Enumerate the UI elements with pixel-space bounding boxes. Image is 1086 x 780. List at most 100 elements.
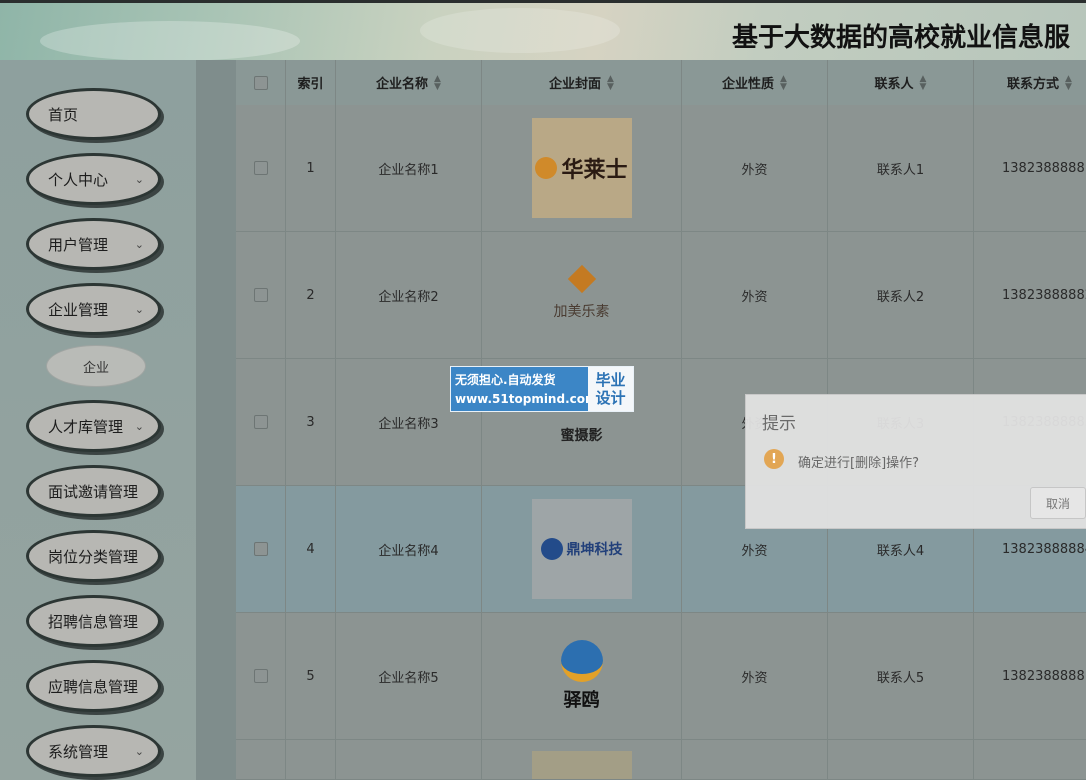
header-decoration [420,8,620,53]
phone-cell: 13823888882 [1002,287,1086,303]
column-header[interactable]: 企业性质 ▲ ▼ [682,60,828,105]
watermark-tag-line: 毕业 [595,371,626,389]
cover-cell [482,740,682,779]
nature-cell: 外资 [682,613,828,739]
header-checkbox-cell [236,60,286,105]
name-cell [336,740,482,779]
row-checkbox[interactable] [253,415,268,429]
column-header[interactable]: 联系方式 ▲ ▼ [974,60,1086,105]
sidebar-item-label: 系统管理 [48,742,109,761]
sidebar-item-label: 首页 [48,105,79,124]
sidebar-item-home[interactable]: 首页 [26,88,161,140]
table-header: 索引 企业名称 ▲ ▼ 企业封面 ▲ ▼ 企业性质 ▲ ▼ 联系人 ▲ ▼ 联系方式 ▲ ▼ [236,60,1086,105]
sidebar-item-job-category[interactable]: 岗位分类管理 [26,530,161,582]
sidebar: 首页 个人中心 ⌄ 用户管理 ⌄ 企业管理 ⌄ 企业 人才库管理 ⌄ 面试邀请管… [0,60,196,780]
contact-cell: 联系人5 [828,613,974,739]
index-cell: 2 [286,232,336,358]
index-cell [286,740,336,779]
sidebar-item-label: 面试邀请管理 [48,482,139,501]
sidebar-item-interview-invitation[interactable]: 面试邀请管理 [26,465,161,517]
column-header[interactable]: 企业封面 ▲ ▼ [482,60,682,105]
watermark-tag-line: 设计 [595,389,626,407]
sidebar-item-label: 人才库管理 [48,417,124,436]
column-header[interactable]: 企业名称 ▲ ▼ [336,60,482,105]
company-logo: 蜜摄影 [532,415,632,455]
logo-text: 蜜摄影 [560,428,603,444]
nature-cell: 外资 [682,232,828,358]
phone-cell: 1382388888 [1002,160,1085,176]
sidebar-item-application-info[interactable]: 应聘信息管理 [26,660,161,712]
company-logo: 加美乐素 [532,245,632,345]
cover-cell: 华莱士 [482,105,682,231]
nature-cell: 外资 [682,105,828,231]
row-checkbox[interactable] [253,542,268,556]
watermark-tag: 毕业 设计 [588,367,633,411]
sort-icon[interactable]: ▲ ▼ [780,74,787,91]
sidebar-item-talent-pool[interactable]: 人才库管理 ⌄ [26,400,161,452]
sidebar-item-label: 企业管理 [48,300,109,319]
phone-cell: 1382388888 [1002,668,1085,684]
sidebar-item-label: 招聘信息管理 [48,612,139,631]
company-logo [531,751,632,779]
sidebar-subitem-enterprise[interactable]: 企业 [46,345,146,387]
watermark-badge: 无须担心.自动发货 www.51topmind.com 毕业 设计 [450,366,634,412]
watermark-line: 无须担心.自动发货 [455,373,556,387]
sidebar-subitem-label: 企业 [82,360,109,376]
chevron-down-icon: ⌄ [134,303,144,316]
sidebar-item-recruitment-info[interactable]: 招聘信息管理 [26,595,161,647]
logo-text: 华莱士 [561,158,628,183]
sidebar-item-personal-center[interactable]: 个人中心 ⌄ [26,153,161,205]
table-row[interactable] [236,740,1086,780]
dialog-title: 提示 [762,414,796,434]
index-cell: 4 [286,486,336,612]
chevron-down-icon: ⌄ [134,745,144,758]
watermark-url: www.51topmind.com [455,392,598,406]
watermark-text: 无须担心.自动发货 www.51topmind.com [451,367,598,411]
contact-cell [828,740,974,779]
row-checkbox-cell [236,105,286,231]
column-header-label: 索引 [297,77,324,92]
warning-icon: ! [764,449,784,469]
confirm-dialog: 提示 ! 确定进行[删除]操作? 取消 [745,394,1086,529]
sort-icon[interactable]: ▲ ▼ [607,74,614,91]
sort-icon[interactable]: ▲ ▼ [920,74,927,91]
name-cell: 企业名称2 [336,232,482,358]
sort-icon[interactable]: ▲ ▼ [1065,74,1072,91]
row-checkbox-cell [236,613,286,739]
column-header-label: 企业性质 [722,77,775,92]
dialog-message: 确定进行[删除]操作? [798,456,920,471]
row-checkbox-cell [236,359,286,485]
sidebar-item-system-management[interactable]: 系统管理 ⌄ [26,725,161,777]
company-logo: 驿鸥 [532,626,632,726]
row-checkbox-cell [236,232,286,358]
column-header-label: 企业名称 [376,77,429,92]
logo-text: 鼎坤科技 [566,542,623,558]
cancel-button[interactable]: 取消 [1030,487,1086,519]
select-all-checkbox[interactable] [253,75,268,90]
table-row[interactable]: 1 企业名称1 华莱士 外资 联系人1 1382388888 [236,105,1086,232]
row-checkbox[interactable] [253,669,268,683]
sidebar-item-enterprise-management[interactable]: 企业管理 ⌄ [26,283,161,335]
sidebar-item-label: 用户管理 [48,235,109,254]
table-row[interactable]: 2 企业名称2 加美乐素 外资 联系人2 13823888882 [236,232,1086,359]
table-row[interactable]: 5 企业名称5 驿鸥 外资 联系人5 1382388888 [236,613,1086,740]
cover-cell: 鼎坤科技 [482,486,682,612]
top-header: 基于大数据的高校就业信息服 [0,0,1086,60]
sidebar-item-label: 岗位分类管理 [48,547,139,566]
sort-icon[interactable]: ▲ ▼ [434,74,441,91]
logo-text: 加美乐素 [553,304,610,320]
name-cell: 企业名称4 [336,486,482,612]
column-header: 索引 [286,60,336,105]
chevron-down-icon: ⌄ [134,420,144,433]
column-header[interactable]: 联系人 ▲ ▼ [828,60,974,105]
contact-cell: 联系人2 [828,232,974,358]
cover-cell: 加美乐素 [482,232,682,358]
sidebar-item-user-management[interactable]: 用户管理 ⌄ [26,218,161,270]
chevron-down-icon: ⌄ [134,238,144,251]
nature-cell [682,740,828,779]
page-title: 基于大数据的高校就业信息服 [732,23,1071,53]
row-checkbox-cell [236,740,286,779]
row-checkbox[interactable] [253,161,268,175]
row-checkbox[interactable] [253,288,268,302]
sidebar-item-label: 应聘信息管理 [48,677,139,696]
